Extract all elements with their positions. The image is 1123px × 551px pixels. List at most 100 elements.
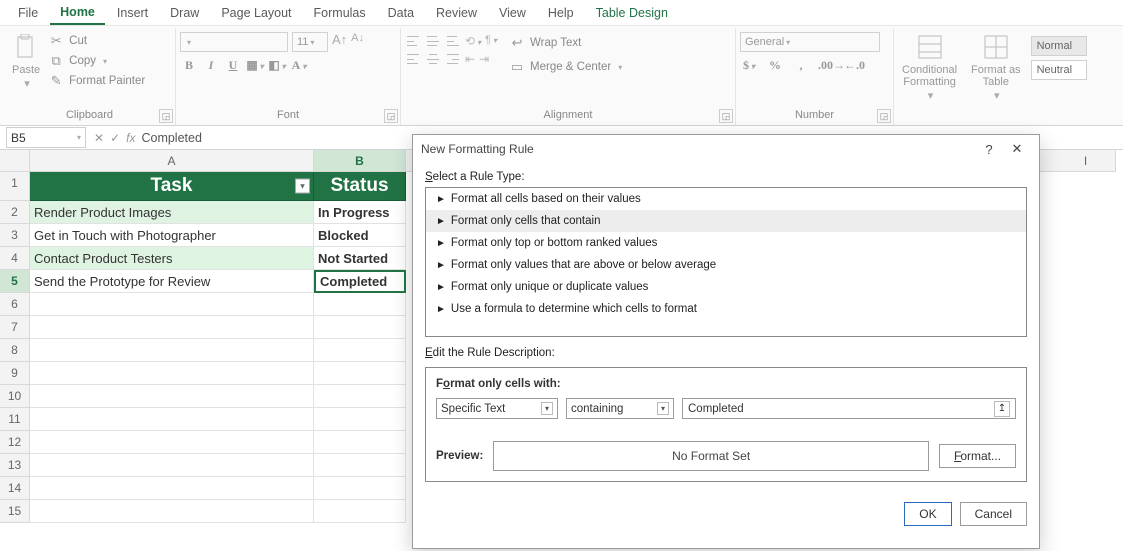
accept-formula-icon[interactable]: ✓ xyxy=(110,131,120,145)
dialog-close-button[interactable]: ✕ xyxy=(1003,137,1031,161)
row-header-6[interactable]: 6 xyxy=(0,293,30,316)
decrease-indent[interactable]: ⇤ xyxy=(465,52,475,66)
font-family-select[interactable]: ▾ xyxy=(180,32,288,52)
menu-data[interactable]: Data xyxy=(378,2,424,24)
row-header-4[interactable]: 4 xyxy=(0,247,30,270)
underline-button[interactable]: U xyxy=(224,58,242,73)
col-header-i[interactable]: I xyxy=(1056,150,1116,172)
comma-button[interactable]: , xyxy=(792,58,810,73)
rule-type-5[interactable]: ►Use a formula to determine which cells … xyxy=(426,298,1026,320)
cell-b7[interactable] xyxy=(314,316,406,339)
row-header-14[interactable]: 14 xyxy=(0,477,30,500)
range-picker-icon[interactable]: ↥ xyxy=(994,401,1010,417)
align-right[interactable] xyxy=(445,52,461,66)
fill-color-button[interactable]: ◧▾ xyxy=(268,58,286,73)
percent-button[interactable]: % xyxy=(766,58,784,73)
cancel-button[interactable]: Cancel xyxy=(960,502,1027,526)
cell-b4[interactable]: Not Started xyxy=(314,247,406,270)
cell-b14[interactable] xyxy=(314,477,406,500)
rule-type-0[interactable]: ►Format all cells based on their values xyxy=(426,188,1026,210)
rule-type-4[interactable]: ►Format only unique or duplicate values xyxy=(426,276,1026,298)
row-header-2[interactable]: 2 xyxy=(0,201,30,224)
align-top[interactable] xyxy=(405,34,421,48)
font-size-select[interactable]: 11▾ xyxy=(292,32,328,52)
align-left[interactable] xyxy=(405,52,421,66)
menu-page-layout[interactable]: Page Layout xyxy=(211,2,301,24)
name-box[interactable]: B5 ▾ xyxy=(6,127,86,148)
row-header-11[interactable]: 11 xyxy=(0,408,30,431)
menu-draw[interactable]: Draw xyxy=(160,2,209,24)
cell-b15[interactable] xyxy=(314,500,406,523)
format-as-table-button[interactable]: Format as Table ▾ xyxy=(967,30,1025,104)
align-middle[interactable] xyxy=(425,34,441,48)
increase-indent[interactable]: ⇥ xyxy=(479,52,489,66)
menu-insert[interactable]: Insert xyxy=(107,2,158,24)
cell-a5[interactable]: Send the Prototype for Review xyxy=(30,270,314,293)
cell-a8[interactable] xyxy=(30,339,314,362)
rule-type-1[interactable]: ►Format only cells that contain xyxy=(426,210,1026,232)
row-header-12[interactable]: 12 xyxy=(0,431,30,454)
cell-a12[interactable] xyxy=(30,431,314,454)
menu-home[interactable]: Home xyxy=(50,1,105,25)
currency-button[interactable]: $▾ xyxy=(740,58,758,73)
cell-a3[interactable]: Get in Touch with Photographer xyxy=(30,224,314,247)
number-format-select[interactable]: General ▾ xyxy=(740,32,880,52)
col-header-b[interactable]: B xyxy=(314,150,406,172)
align-bottom[interactable] xyxy=(445,34,461,48)
header-status[interactable]: Status xyxy=(314,172,406,201)
clipboard-launcher[interactable]: ◲ xyxy=(159,109,173,123)
cell-a15[interactable] xyxy=(30,500,314,523)
formula-input[interactable]: Completed xyxy=(141,131,201,145)
font-color-button[interactable]: A▾ xyxy=(290,58,308,73)
row-header-15[interactable]: 15 xyxy=(0,500,30,523)
cell-a13[interactable] xyxy=(30,454,314,477)
align-center[interactable] xyxy=(425,52,441,66)
bold-button[interactable]: B xyxy=(180,58,198,73)
style-neutral[interactable]: Neutral xyxy=(1031,60,1087,80)
row-header-13[interactable]: 13 xyxy=(0,454,30,477)
rule-type-2[interactable]: ►Format only top or bottom ranked values xyxy=(426,232,1026,254)
cell-b8[interactable] xyxy=(314,339,406,362)
row-header-10[interactable]: 10 xyxy=(0,385,30,408)
menu-help[interactable]: Help xyxy=(538,2,584,24)
select-all-corner[interactable] xyxy=(0,150,30,172)
cell-a14[interactable] xyxy=(30,477,314,500)
row-header-9[interactable]: 9 xyxy=(0,362,30,385)
menu-table-design[interactable]: Table Design xyxy=(586,2,678,24)
decrease-decimal[interactable]: ←.0 xyxy=(844,58,862,73)
merge-center-button[interactable]: ▭ Merge & Center ▾ xyxy=(509,58,622,76)
cell-a11[interactable] xyxy=(30,408,314,431)
cell-a2[interactable]: Render Product Images xyxy=(30,201,314,224)
cell-a10[interactable] xyxy=(30,385,314,408)
cut-button[interactable]: ✂ Cut xyxy=(48,32,145,50)
header-task[interactable]: Task ▾ xyxy=(30,172,314,201)
cell-b10[interactable] xyxy=(314,385,406,408)
cell-a4[interactable]: Contact Product Testers xyxy=(30,247,314,270)
dialog-help-button[interactable]: ? xyxy=(975,137,1003,161)
wrap-text-button[interactable]: ↩ Wrap Text xyxy=(509,34,622,52)
criterion-value-input[interactable]: Completed ↥ xyxy=(682,398,1016,419)
row-header-1[interactable]: 1 xyxy=(0,172,30,201)
menu-formulas[interactable]: Formulas xyxy=(304,2,376,24)
ok-button[interactable]: OK xyxy=(904,502,951,526)
cell-b6[interactable] xyxy=(314,293,406,316)
copy-button[interactable]: ⧉ Copy ▾ xyxy=(48,52,145,70)
filter-task-button[interactable]: ▾ xyxy=(295,179,310,194)
shrink-font-icon[interactable]: A↓ xyxy=(351,32,364,52)
menu-view[interactable]: View xyxy=(489,2,536,24)
cell-b5[interactable]: Completed xyxy=(314,270,406,293)
fx-icon[interactable]: fx xyxy=(126,131,135,145)
cell-a6[interactable] xyxy=(30,293,314,316)
criterion-op-select[interactable]: containing▾ xyxy=(566,398,674,419)
direction-button[interactable]: ¶▾ xyxy=(485,34,497,48)
cell-a9[interactable] xyxy=(30,362,314,385)
orientation-button[interactable]: ⟲▾ xyxy=(465,34,481,48)
row-header-8[interactable]: 8 xyxy=(0,339,30,362)
menu-file[interactable]: File xyxy=(8,2,48,24)
italic-button[interactable]: I xyxy=(202,58,220,73)
number-launcher[interactable]: ◲ xyxy=(877,109,891,123)
cell-b2[interactable]: In Progress xyxy=(314,201,406,224)
cell-b9[interactable] xyxy=(314,362,406,385)
cell-a7[interactable] xyxy=(30,316,314,339)
border-button[interactable]: ▦▾ xyxy=(246,58,264,73)
